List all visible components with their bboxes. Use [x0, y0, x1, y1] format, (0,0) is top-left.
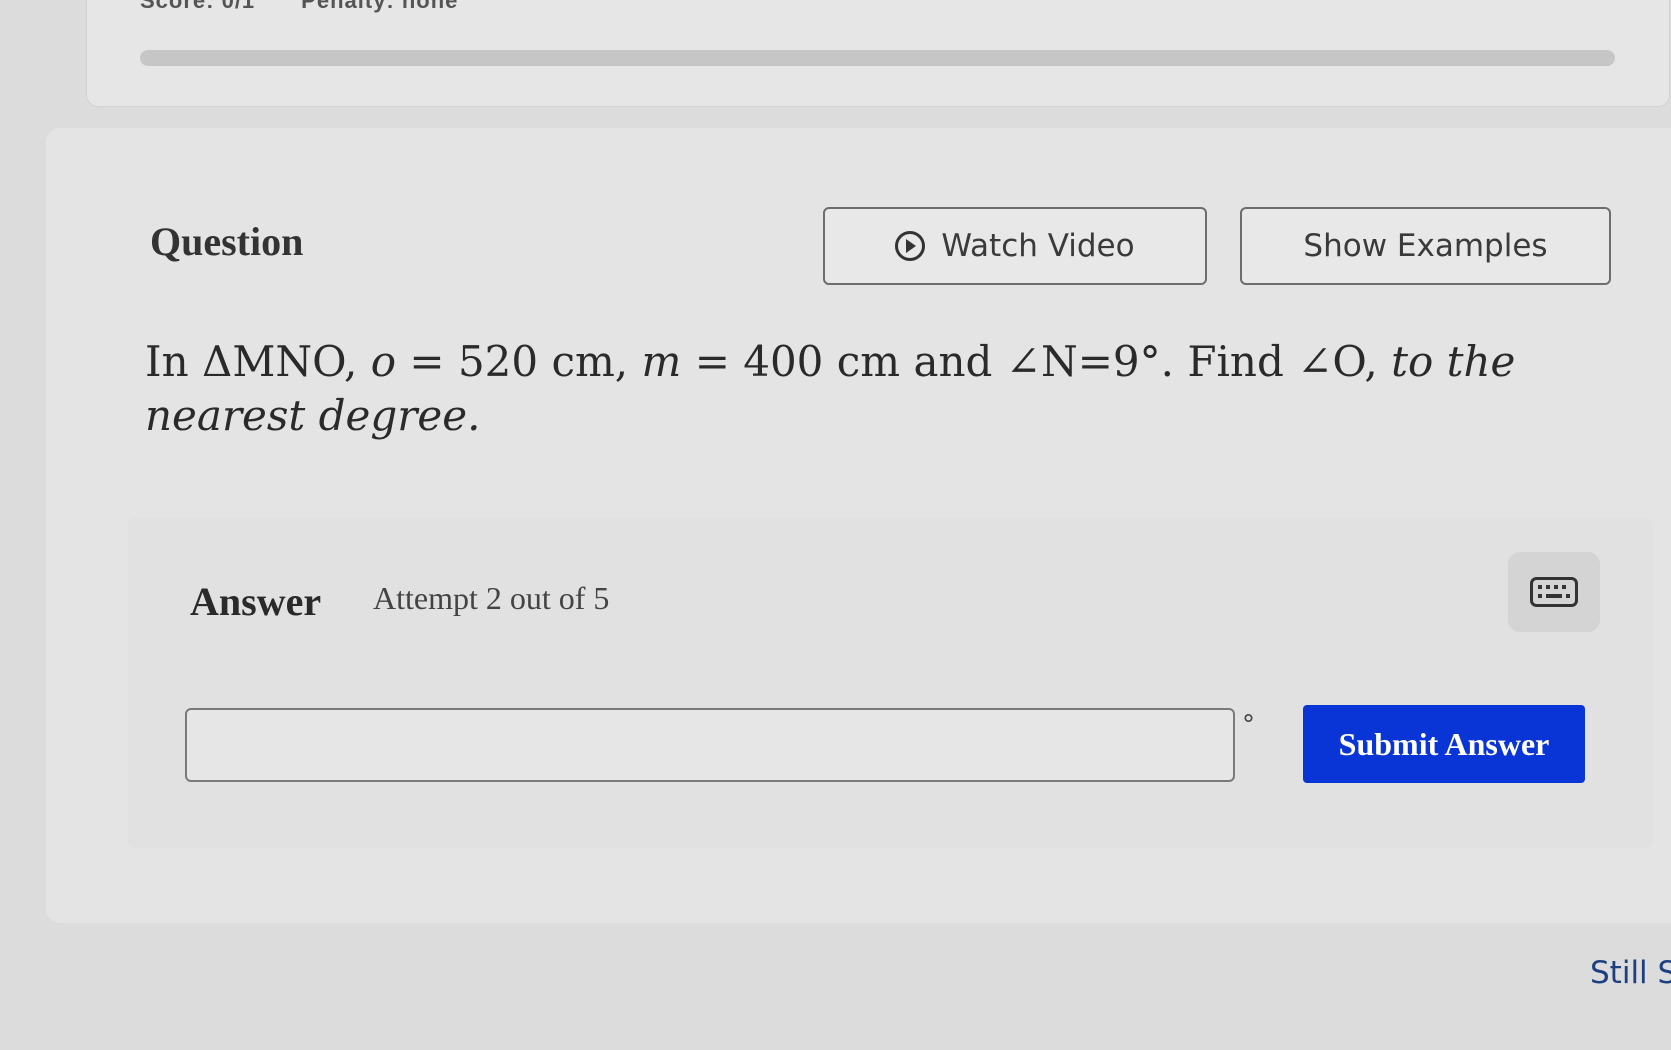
submit-answer-button[interactable]: Submit Answer [1303, 705, 1585, 783]
score-status: Score: 0/1 Penalty: none [140, 0, 458, 14]
play-circle-icon [895, 231, 926, 261]
attempt-counter: Attempt 2 out of 5 [373, 580, 610, 616]
show-examples-label: Show Examples [1303, 228, 1548, 264]
question-text-part: In ΔMNO, [145, 337, 371, 386]
variable-o: o [370, 337, 397, 386]
watch-video-button[interactable]: Watch Video [823, 207, 1207, 285]
question-text-part: = 520 cm, [396, 337, 642, 386]
answer-input[interactable] [185, 708, 1235, 782]
answer-panel [128, 518, 1653, 848]
keyboard-icon [1530, 577, 1578, 607]
question-title: Question [150, 219, 304, 264]
variable-m: m [641, 337, 682, 386]
watch-video-label: Watch Video [941, 228, 1135, 264]
question-text-part: = 400 cm and ∠N=9°. Find ∠O, [681, 337, 1392, 386]
degree-unit: ° [1242, 710, 1255, 740]
show-examples-button[interactable]: Show Examples [1240, 207, 1611, 285]
question-text: In ΔMNO, o = 520 cm, m = 400 cm and ∠N=9… [145, 335, 1615, 443]
keyboard-button[interactable] [1508, 552, 1600, 632]
still-stuck-link[interactable]: Still St [1590, 955, 1671, 991]
answer-label: Answer [190, 579, 322, 624]
progress-bar [140, 50, 1615, 66]
penalty-text: Penalty: none [301, 0, 459, 13]
score-text: Score: 0/1 [140, 0, 256, 13]
